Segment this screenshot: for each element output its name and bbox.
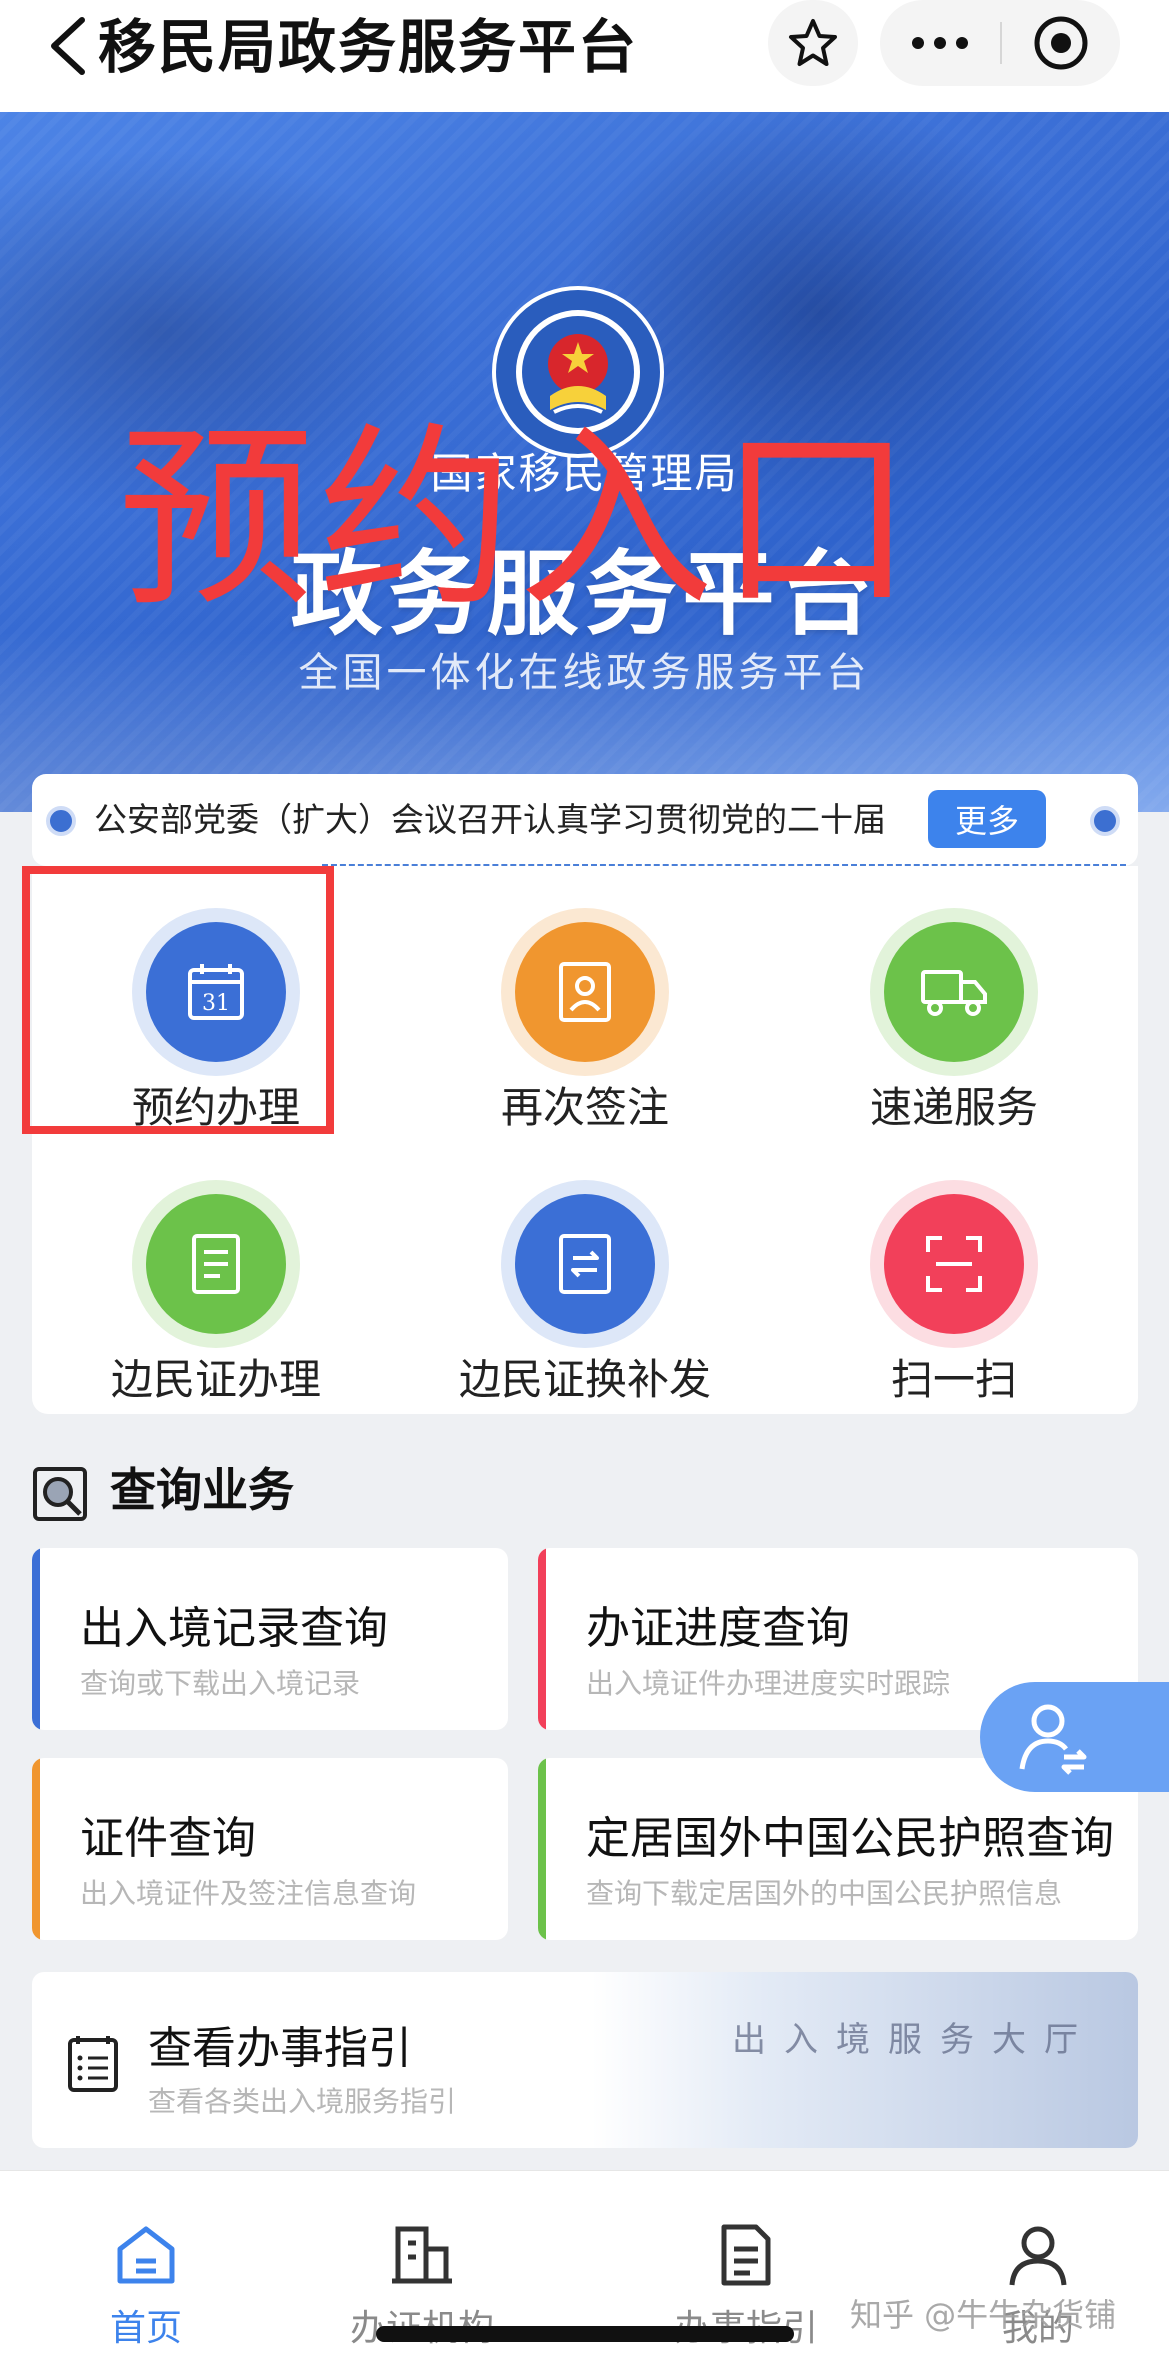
- ellipsis-icon: [912, 37, 968, 49]
- service-label: 速递服务: [869, 1083, 1038, 1132]
- appointment-highlight-box: [22, 866, 334, 1134]
- id-photo-icon: [559, 962, 611, 1022]
- query-card-title: 定居国外中国公民护照查询: [586, 1813, 1114, 1864]
- query-card-accent: [32, 1758, 40, 1940]
- query-card-title: 办证进度查询: [586, 1603, 850, 1654]
- tab-home[interactable]: 首页: [0, 2171, 292, 2349]
- service-label: 边民证换补发: [458, 1355, 711, 1404]
- service-border-pass[interactable]: 边民证办理: [32, 1160, 400, 1420]
- service-scan[interactable]: 扫一扫: [770, 1160, 1138, 1420]
- star-icon: [789, 19, 837, 66]
- service-hall-sign: 出入境服务大厅: [732, 2020, 1096, 2060]
- tab-agencies[interactable]: 办证机构: [276, 2171, 568, 2349]
- service-border-pass-reissue[interactable]: 边民证换补发: [401, 1160, 769, 1420]
- close-mini-program-button[interactable]: [1002, 0, 1120, 86]
- tab-guide[interactable]: 办事指引: [600, 2171, 892, 2349]
- floating-customer-service-button[interactable]: [980, 1682, 1169, 1792]
- service-icon-ring: [501, 1180, 669, 1348]
- tab-label: 办事指引: [600, 2299, 892, 2351]
- service-label: 再次签注: [500, 1083, 669, 1132]
- building-icon: [392, 2226, 452, 2284]
- home-icon: [117, 2226, 175, 2284]
- query-card-subtitle: 查询下载定居国外的中国公民护照信息: [586, 1877, 1063, 1910]
- service-re-endorsement[interactable]: 再次签注: [401, 888, 769, 1148]
- service-icon-ring: [501, 908, 669, 1076]
- guide-subtitle: 查看各类出入境服务指引: [148, 2085, 457, 2118]
- service-icon-bg: [515, 1194, 655, 1334]
- scan-icon: [926, 1236, 982, 1292]
- favorite-button[interactable]: [768, 0, 858, 86]
- guide-title: 查看办事指引: [148, 2023, 412, 2074]
- record-icon: [1034, 16, 1088, 70]
- service-icon-bg: [884, 1194, 1024, 1334]
- back-button[interactable]: [44, 14, 94, 78]
- document-icon: [721, 2224, 771, 2286]
- query-card-title: 出入境记录查询: [80, 1603, 388, 1654]
- ticker-dot-icon: [1090, 806, 1120, 836]
- query-card-subtitle: 出入境证件办理进度实时跟踪: [586, 1667, 951, 1700]
- query-card-accent: [538, 1758, 546, 1940]
- ticker-dot-icon: [46, 806, 76, 836]
- user-icon: [1009, 2226, 1067, 2286]
- news-ticker[interactable]: 公安部党委（扩大）会议召开认真学习贯彻党的二十届 更多: [32, 774, 1138, 866]
- ticker-headline[interactable]: 公安部党委（扩大）会议召开认真学习贯彻党的二十届: [94, 798, 886, 842]
- service-icon-bg: [884, 922, 1024, 1062]
- service-express-delivery[interactable]: 速递服务: [770, 888, 1138, 1148]
- query-card-accent: [538, 1548, 546, 1730]
- query-card-subtitle: 出入境证件及签注信息查询: [80, 1877, 417, 1910]
- query-section-title: 查询业务: [110, 1463, 294, 1517]
- delivery-truck-icon: [921, 970, 987, 1016]
- document-icon: [192, 1234, 240, 1294]
- page-title: 移民局政务服务平台: [98, 13, 639, 81]
- checklist-icon: [68, 2036, 118, 2092]
- service-icon-bg: [515, 922, 655, 1062]
- query-card-document[interactable]: 证件查询 出入境证件及签注信息查询: [32, 1758, 508, 1940]
- more-menu-button[interactable]: [880, 0, 1000, 86]
- tab-label: 办证机构: [276, 2299, 568, 2351]
- appointment-entry-annotation: 预约入口: [118, 406, 919, 634]
- service-icon-ring: [870, 908, 1038, 1076]
- query-card-title: 证件查询: [80, 1813, 256, 1864]
- ticker-more-button[interactable]: 更多: [928, 790, 1046, 848]
- service-label: 扫一扫: [890, 1355, 1017, 1404]
- customer-service-icon: [1019, 1704, 1087, 1775]
- watermark: 知乎 @牛牛杂货铺: [850, 2296, 1117, 2334]
- service-guide-banner[interactable]: 出入境服务大厅 查看办事指引 查看各类出入境服务指引: [32, 1972, 1138, 2148]
- search-document-icon: [33, 1467, 87, 1521]
- home-indicator: [376, 2326, 794, 2342]
- tab-label: 首页: [109, 2308, 182, 2349]
- chevron-left-icon: [51, 17, 85, 75]
- platform-subtitle: 全国一体化在线政务服务平台: [298, 650, 871, 696]
- query-card-accent: [32, 1548, 40, 1730]
- service-icon-ring: [870, 1180, 1038, 1348]
- service-icon-ring: [132, 1180, 300, 1348]
- service-icon-bg: [146, 1194, 286, 1334]
- top-navigation-bar: 移民局政务服务平台: [0, 0, 1169, 112]
- exchange-icon: [559, 1234, 611, 1294]
- mini-program-capsule: [880, 0, 1120, 86]
- service-label: 边民证办理: [110, 1355, 321, 1404]
- query-card-subtitle: 查询或下载出入境记录: [80, 1667, 361, 1700]
- query-card-entry-exit-records[interactable]: 出入境记录查询 查询或下载出入境记录: [32, 1548, 508, 1730]
